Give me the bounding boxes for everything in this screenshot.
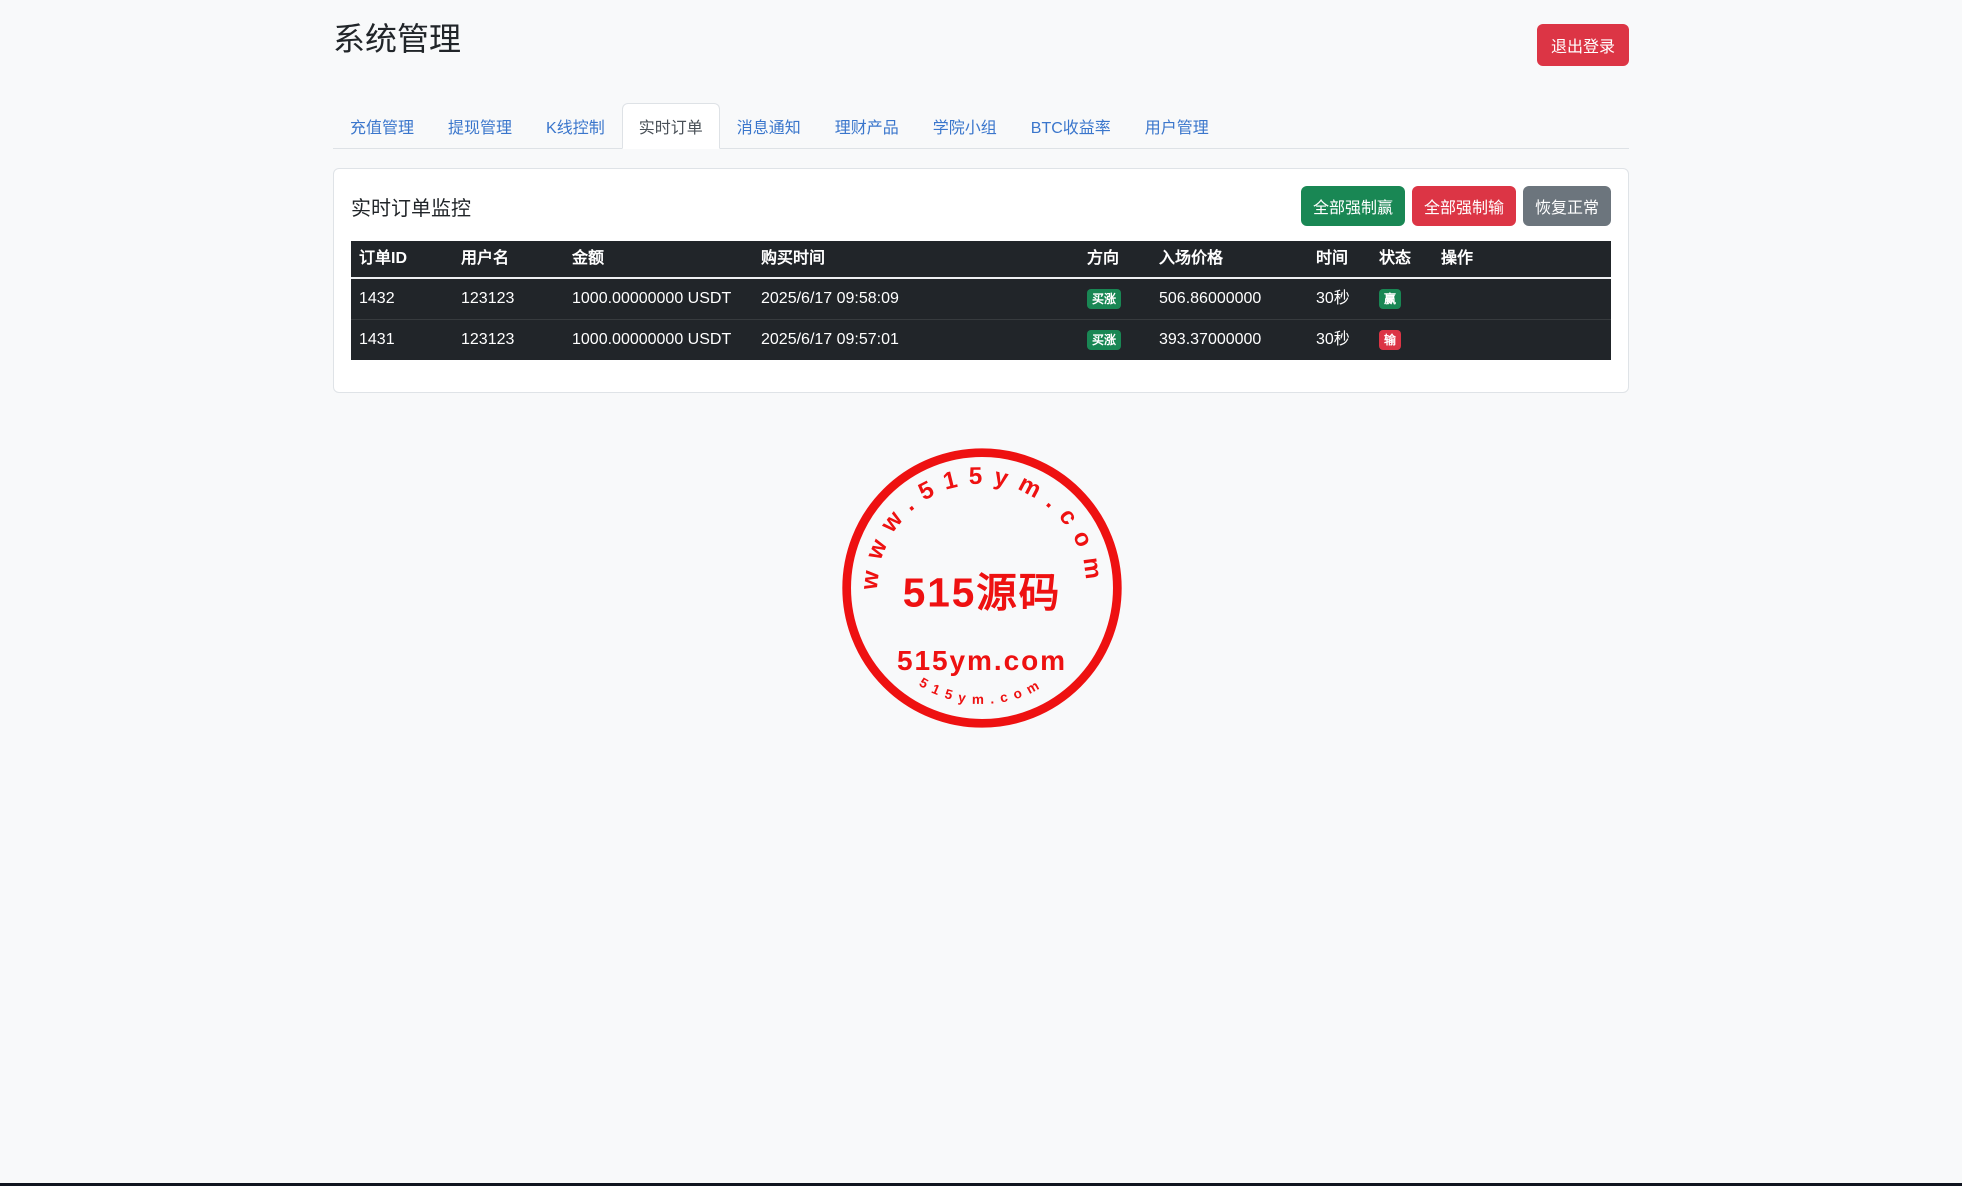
col-header-status: 状态: [1371, 241, 1433, 278]
col-header-order-id: 订单ID: [351, 241, 453, 278]
stamp-arc-bottom-text: 515ym.com: [917, 675, 1048, 707]
orders-table-header-row: 订单ID 用户名 金额 购买时间 方向 入场价格 时间 状态 操作: [351, 241, 1611, 278]
cell-buy-time: 2025/6/17 09:57:01: [753, 320, 1079, 361]
status-badge-lose: 输: [1379, 330, 1401, 350]
tab-academy-group[interactable]: 学院小组: [916, 103, 1014, 149]
watermark-stamp: www.515ym.com 515源码 515ym.com 515ym.com: [837, 443, 1127, 733]
svg-text:www.515ym.com: www.515ym.com: [856, 463, 1109, 592]
cell-username: 123123: [453, 278, 564, 320]
tab-bar: 充值管理 提现管理 K线控制 实时订单 消息通知 理财产品 学院小组 BTC收益…: [333, 103, 1629, 149]
tab-message-notice[interactable]: 消息通知: [720, 103, 818, 149]
orders-table: 订单ID 用户名 金额 购买时间 方向 入场价格 时间 状态 操作 1432 1…: [351, 241, 1611, 360]
cell-entry-price: 506.86000000: [1151, 278, 1308, 320]
cell-username: 123123: [453, 320, 564, 361]
cell-entry-price: 393.37000000: [1151, 320, 1308, 361]
col-header-username: 用户名: [453, 241, 564, 278]
cell-status: 赢: [1371, 278, 1433, 320]
force-controls: 全部强制赢 全部强制输 恢复正常: [1301, 186, 1611, 226]
main-container: 系统管理 退出登录 充值管理 提现管理 K线控制 实时订单 消息通知 理财产品 …: [333, 0, 1629, 393]
page-header: 系统管理 退出登录: [333, 20, 1629, 66]
tab-recharge-mgmt[interactable]: 充值管理: [333, 103, 431, 149]
table-row: 1432 123123 1000.00000000 USDT 2025/6/17…: [351, 278, 1611, 320]
cell-direction: 买涨: [1079, 278, 1151, 320]
cell-duration: 30秒: [1308, 320, 1371, 361]
status-badge-win: 赢: [1379, 289, 1401, 309]
table-row: 1431 123123 1000.00000000 USDT 2025/6/17…: [351, 320, 1611, 361]
cell-order-id: 1432: [351, 278, 453, 320]
cell-direction: 买涨: [1079, 320, 1151, 361]
logout-button[interactable]: 退出登录: [1537, 24, 1629, 66]
col-header-action: 操作: [1433, 241, 1611, 278]
cell-amount: 1000.00000000 USDT: [564, 320, 753, 361]
cell-amount: 1000.00000000 USDT: [564, 278, 753, 320]
tab-user-mgmt[interactable]: 用户管理: [1128, 103, 1226, 149]
tab-realtime-orders[interactable]: 实时订单: [622, 103, 720, 149]
force-all-win-button[interactable]: 全部强制赢: [1301, 186, 1405, 226]
cell-order-id: 1431: [351, 320, 453, 361]
col-header-entry-price: 入场价格: [1151, 241, 1308, 278]
tab-kline-control[interactable]: K线控制: [529, 103, 622, 149]
cell-status: 输: [1371, 320, 1433, 361]
restore-normal-button[interactable]: 恢复正常: [1523, 186, 1611, 226]
cell-action: [1433, 278, 1611, 320]
direction-badge: 买涨: [1087, 289, 1121, 309]
page-title: 系统管理: [333, 20, 461, 58]
cell-duration: 30秒: [1308, 278, 1371, 320]
col-header-direction: 方向: [1079, 241, 1151, 278]
orders-panel-title: 实时订单监控: [351, 192, 471, 221]
force-all-lose-button[interactable]: 全部强制输: [1412, 186, 1516, 226]
orders-panel-header: 实时订单监控 全部强制赢 全部强制输 恢复正常: [351, 186, 1611, 226]
stamp-arc-top-text: www.515ym.com: [856, 463, 1109, 592]
cell-action: [1433, 320, 1611, 361]
stamp-circle-icon: [847, 453, 1118, 724]
col-header-duration: 时间: [1308, 241, 1371, 278]
col-header-buy-time: 购买时间: [753, 241, 1079, 278]
tab-wealth-products[interactable]: 理财产品: [818, 103, 916, 149]
svg-text:515ym.com: 515ym.com: [917, 675, 1048, 707]
col-header-amount: 金额: [564, 241, 753, 278]
cell-buy-time: 2025/6/17 09:58:09: [753, 278, 1079, 320]
orders-panel: 实时订单监控 全部强制赢 全部强制输 恢复正常 订单ID 用户名 金额 购买时间…: [333, 168, 1629, 393]
stamp-center-title: 515源码: [903, 569, 1062, 615]
tab-withdraw-mgmt[interactable]: 提现管理: [431, 103, 529, 149]
stamp-domain-text: 515ym.com: [897, 645, 1067, 676]
direction-badge: 买涨: [1087, 330, 1121, 350]
tab-btc-yield[interactable]: BTC收益率: [1014, 103, 1128, 149]
